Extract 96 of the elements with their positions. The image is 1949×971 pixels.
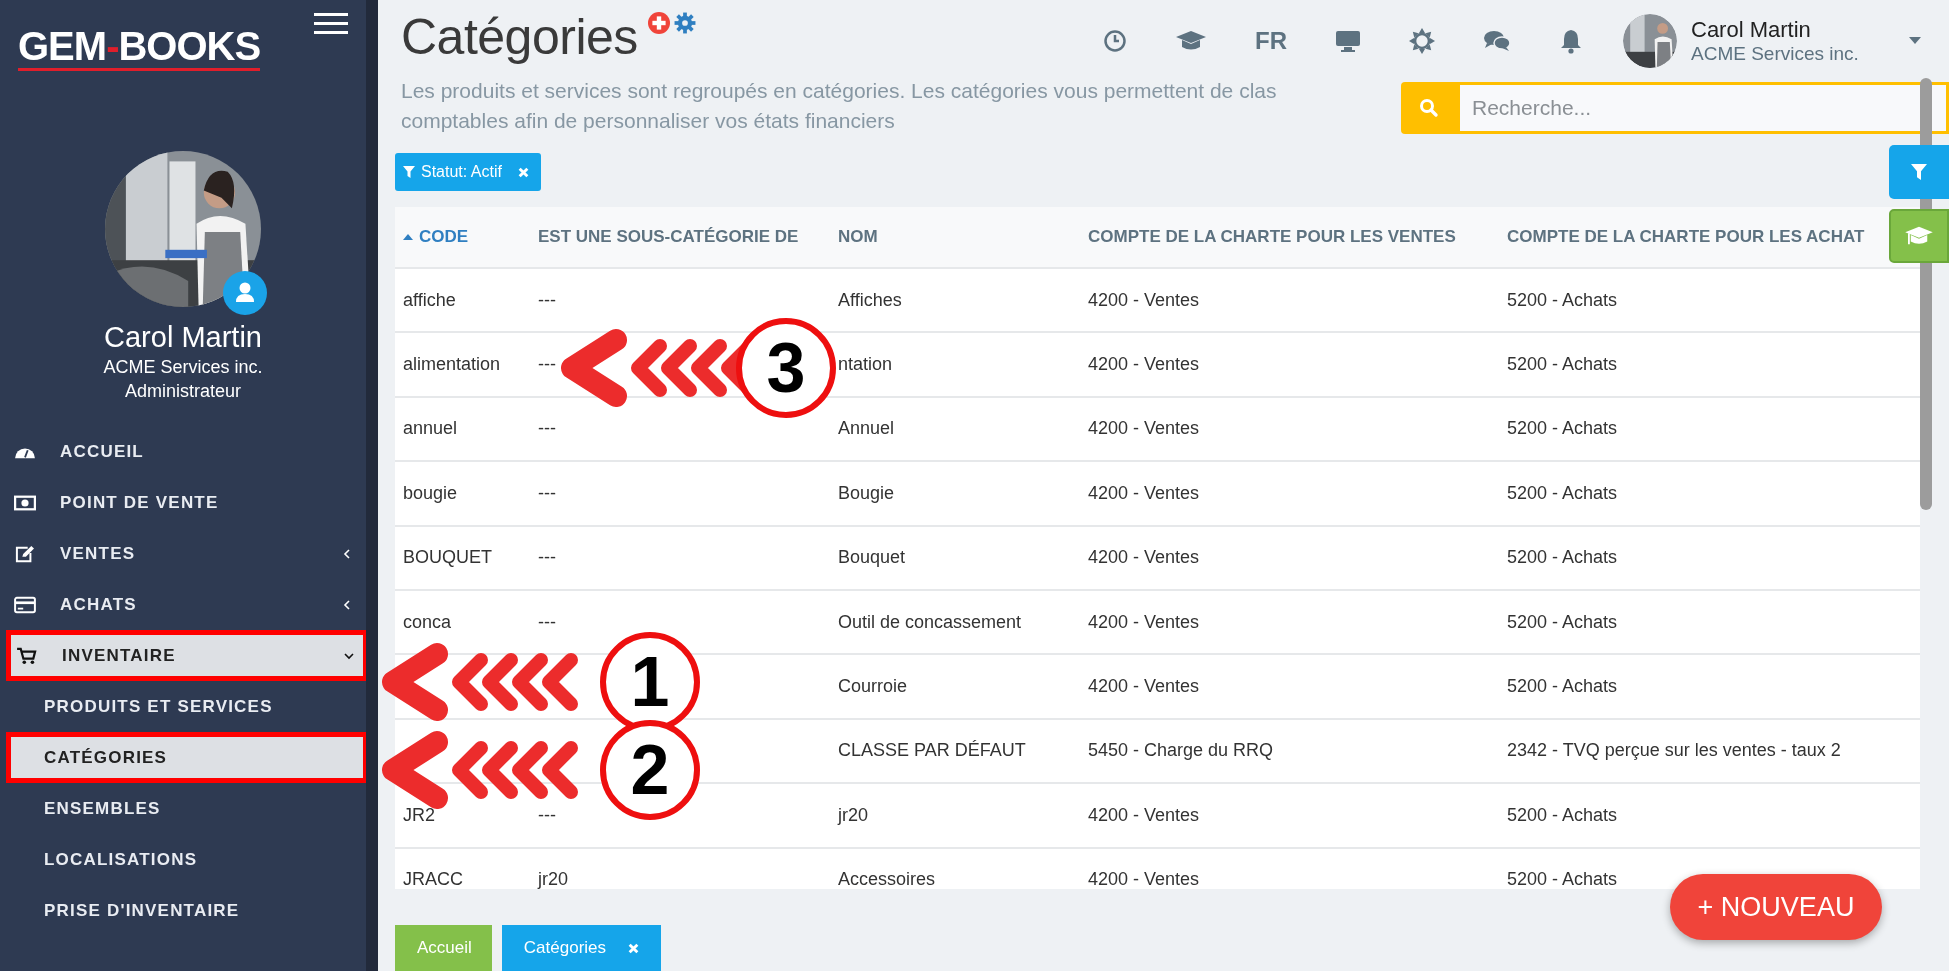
table-cell: CLASSE PAR DÉFAUT: [838, 740, 1026, 761]
submenu-item[interactable]: LOCALISATIONS: [0, 834, 366, 885]
table-cell: Annuel: [838, 418, 895, 439]
submenu-item[interactable]: CATÉGORIES: [6, 732, 368, 783]
table-cell: Affiches: [838, 289, 902, 310]
settings-icon[interactable]: [673, 12, 696, 34]
menu-item[interactable]: INVENTAIRE: [6, 630, 368, 681]
table-cell: ---: [538, 418, 556, 439]
table-cell: ---: [538, 547, 556, 568]
table-cell: 5200 - Achats: [1507, 611, 1618, 632]
menu-item[interactable]: ACCUEIL: [0, 426, 366, 477]
table-cell: 4200 - Ventes: [1088, 804, 1200, 825]
graduation-cap-icon: [1904, 225, 1934, 247]
table-cell: 5200 - Achats: [1507, 676, 1618, 697]
table-cell: alimentation: [403, 354, 501, 375]
company-name: ACME Services inc.: [1691, 43, 1860, 65]
table-cell: 4200 - Ventes: [1088, 354, 1200, 375]
table-cell: Bouquet: [838, 547, 906, 568]
user-icon[interactable]: [223, 271, 267, 315]
submenu-item[interactable]: ENSEMBLES: [0, 783, 366, 834]
table-cell: 4200 - Ventes: [1088, 418, 1200, 439]
submenu-item[interactable]: PRODUITS ET SERVICES: [0, 681, 366, 732]
table-cell: ---: [538, 804, 556, 825]
table-cell: jr20: [838, 804, 868, 825]
user-name: Carol Martin: [104, 321, 262, 354]
add-icon[interactable]: [647, 12, 670, 34]
table-cell: 4200 - Ventes: [1088, 547, 1200, 568]
table-cell: 5200 - Achats: [1507, 289, 1618, 310]
column-header[interactable]: COMPTE DE LA CHARTE POUR LES ACHAT: [1507, 227, 1865, 247]
monitor-icon[interactable]: [1335, 29, 1361, 53]
table-cell: bougie: [403, 482, 458, 503]
description-text: comptables afin de personnaliser vos états financiers: [401, 108, 895, 134]
logo: GEM-BOOKS: [18, 26, 261, 71]
table-cell: Courroie: [838, 676, 908, 697]
menu-item[interactable]: POINT DE VENTE: [0, 477, 366, 528]
table-cell: 4200 - Ventes: [1088, 676, 1200, 697]
user-name[interactable]: Carol Martin: [1691, 17, 1891, 43]
column-header[interactable]: EST UNE SOUS-CATÉGORIE DE: [538, 227, 799, 247]
table-cell: 5200 - Achats: [1507, 547, 1618, 568]
table-cell: ---: [538, 354, 556, 375]
new-button[interactable]: + NOUVEAU: [1670, 874, 1882, 940]
table-cell: affiche: [403, 289, 456, 310]
sun-icon[interactable]: [1409, 28, 1435, 54]
column-header[interactable]: COMPTE DE LA CHARTE POUR LES VENTES: [1088, 227, 1456, 247]
table-cell: 5450 - Charge du RRQ: [1088, 740, 1274, 761]
filter-button[interactable]: [1889, 145, 1949, 199]
clock-icon[interactable]: [1103, 29, 1127, 53]
credit-card-icon: [14, 595, 36, 614]
table-cell: Bougie: [838, 482, 895, 503]
submenu-item[interactable]: PRISE D'INVENTAIRE: [0, 885, 366, 936]
table-cell: ---: [538, 482, 556, 503]
table-cell: 5200 - Achats: [1507, 804, 1618, 825]
table-cell: 4200 - Ventes: [1088, 482, 1200, 503]
table-cell: 4200 - Ventes: [1088, 611, 1200, 632]
filter-icon: [1911, 164, 1927, 180]
table-cell: Outil de concassement: [838, 611, 1022, 632]
table-cell: 5200 - Achats: [1507, 482, 1618, 503]
table-cell: 5200 - Achats: [1507, 418, 1618, 439]
menu-item[interactable]: ACHATS: [0, 579, 366, 630]
table-cell: 2342 - TVQ perçue sur les ventes - taux 2: [1507, 740, 1841, 761]
close-icon[interactable]: [628, 942, 640, 954]
language-button[interactable]: FR: [1255, 27, 1287, 55]
table-cell: 5200 - Achats: [1507, 354, 1618, 375]
edit-icon: [14, 544, 36, 563]
company-name: ACME Services inc.: [103, 357, 263, 378]
page-title: Catégories: [401, 8, 638, 66]
scrollbar[interactable]: [366, 0, 378, 971]
table-cell: 4200 - Ventes: [1088, 289, 1200, 310]
caret-icon[interactable]: [1909, 37, 1921, 45]
table-cell: ---: [538, 289, 556, 310]
menu-icon[interactable]: [314, 12, 348, 36]
table-cell: Accessoires: [838, 869, 936, 889]
description-text: Les produits et services sont regroupés en catégories. Les catégories vous permettent de clas: [401, 78, 1277, 104]
table-cell: ntation: [838, 354, 893, 375]
bell-icon[interactable]: [1559, 28, 1583, 54]
column-header[interactable]: NOM: [838, 227, 878, 247]
table-cell: JRACC: [403, 869, 463, 889]
table-cell: 5200 - Achats: [1507, 869, 1618, 889]
filter-icon: [403, 166, 415, 178]
table-cell: annuel: [403, 418, 458, 439]
search-icon: [1419, 98, 1439, 118]
table-cell: BOUQUET: [403, 547, 492, 568]
menu-item[interactable]: VENTES: [0, 528, 366, 579]
close-icon[interactable]: [517, 166, 529, 178]
tutorial-button[interactable]: [1889, 209, 1949, 263]
user-role: Administrateur: [124, 381, 241, 402]
search-field[interactable]: Recherche...: [1457, 82, 1949, 134]
table-cell: JR2: [403, 804, 435, 825]
table-cell: jr20: [538, 869, 568, 889]
column-header[interactable]: CODE: [419, 227, 469, 247]
cart-icon: [16, 646, 38, 665]
table-cell: 4200 - Ventes: [1088, 869, 1200, 889]
table-cell: ---: [538, 611, 556, 632]
table-cell: conca: [403, 611, 452, 632]
chat-icon[interactable]: [1483, 29, 1511, 53]
banknote-icon: [14, 493, 36, 512]
